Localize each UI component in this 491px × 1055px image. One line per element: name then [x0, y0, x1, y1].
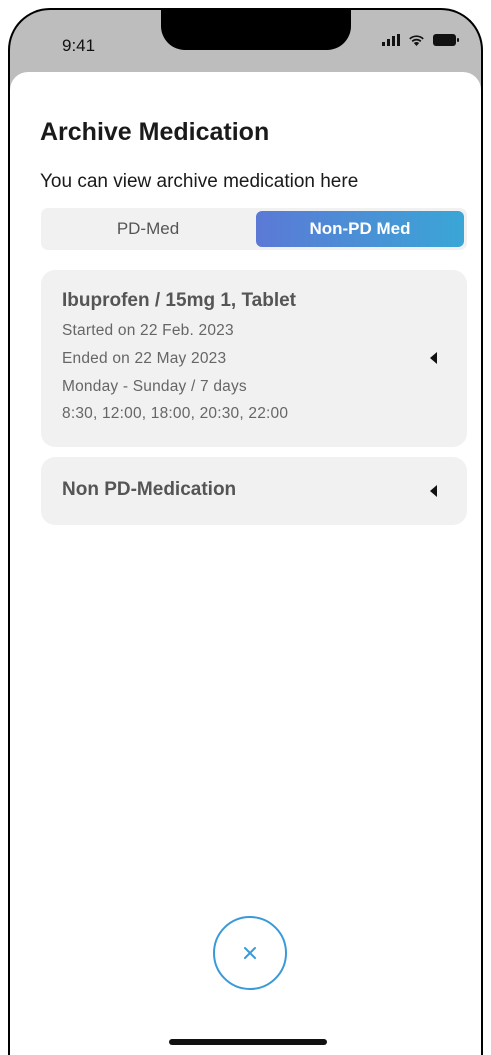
tab-non-pd-med[interactable]: Non-PD Med — [256, 211, 464, 247]
medication-end-date: Ended on 22 May 2023 — [62, 350, 227, 367]
status-icons — [382, 34, 459, 46]
battery-icon — [433, 34, 459, 46]
medication-name: Ibuprofen / 15mg 1, Tablet — [62, 290, 297, 311]
status-bar: 9:41 — [10, 10, 481, 72]
home-indicator — [169, 1039, 327, 1045]
notch — [161, 10, 351, 50]
page-title: Archive Medication — [40, 118, 270, 146]
medication-card-non-pd[interactable]: Non PD-Medication — [41, 457, 467, 525]
status-time: 9:41 — [62, 36, 96, 55]
close-button[interactable] — [213, 916, 287, 990]
wifi-icon — [409, 35, 424, 46]
tab-pd-med[interactable]: PD-Med — [44, 211, 252, 247]
signal-icon — [382, 34, 400, 46]
close-icon — [244, 947, 256, 959]
medication-type-toggle: PD-Med Non-PD Med — [41, 208, 467, 250]
chevron-left-icon[interactable] — [430, 485, 437, 497]
archive-sheet: Archive Medication You can view archive … — [10, 72, 481, 1055]
medication-group-name: Non PD-Medication — [62, 479, 237, 500]
medication-times: 8:30, 12:00, 18:00, 20:30, 22:00 — [62, 405, 289, 422]
medication-start-date: Started on 22 Feb. 2023 — [62, 322, 234, 339]
chevron-left-icon[interactable] — [430, 352, 437, 364]
phone-frame: 9:41 Archive Medication You can view arc… — [8, 8, 483, 1055]
medication-days: Monday - Sunday / 7 days — [62, 378, 247, 395]
medication-card-ibuprofen[interactable]: Ibuprofen / 15mg 1, Tablet Started on 22… — [41, 270, 467, 447]
page-subtitle: You can view archive medication here — [40, 171, 359, 192]
